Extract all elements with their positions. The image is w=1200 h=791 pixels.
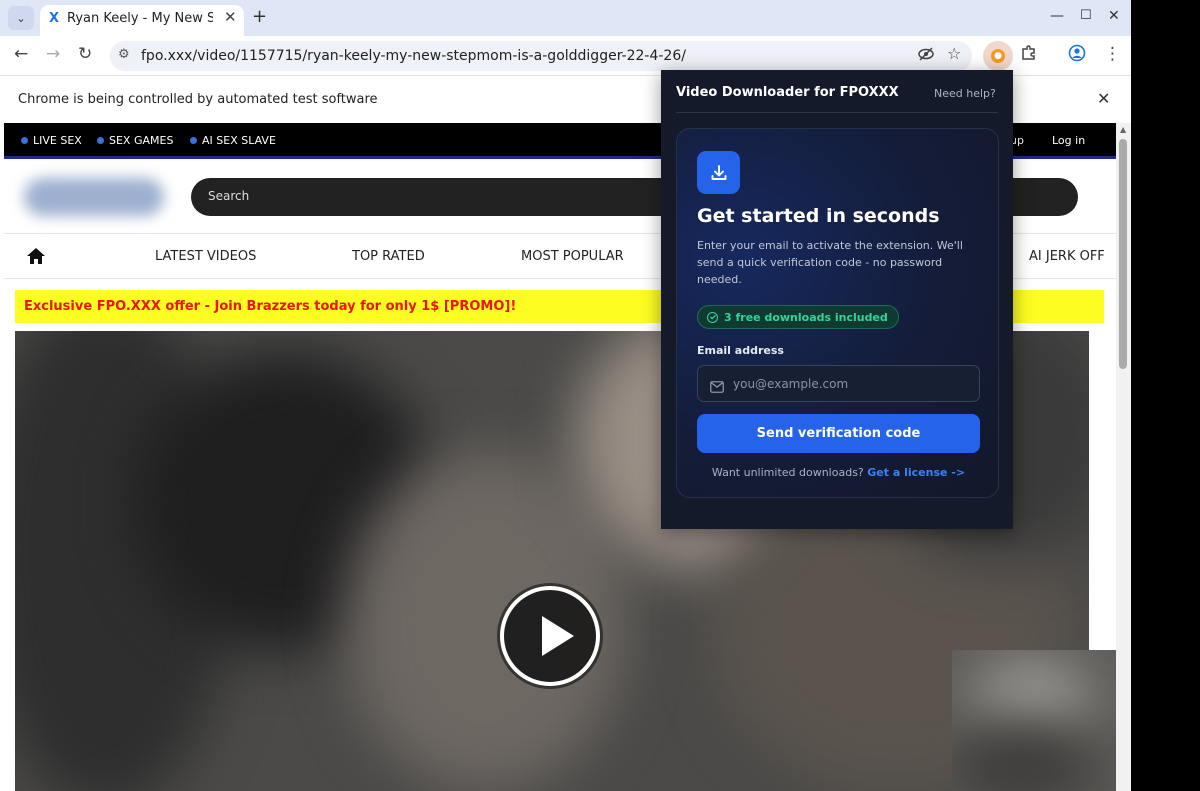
scroll-up-icon[interactable]: ▲ <box>1120 125 1126 134</box>
tab-strip: ⌄ X Ryan Keely - My New Stepmom ✕ + — ☐ … <box>0 0 1131 36</box>
nav-latest-videos[interactable]: LATEST VIDEOS <box>155 249 256 264</box>
home-icon[interactable] <box>26 246 46 270</box>
popup-title: Video Downloader for FPOXXX <box>676 85 899 100</box>
popup-divider <box>676 112 998 113</box>
extensions-puzzle-icon[interactable] <box>1020 44 1038 67</box>
promo-text: Exclusive FPO.XXX offer - Join Brazzers … <box>24 299 517 314</box>
maximize-icon[interactable]: ☐ <box>1080 8 1092 23</box>
topbar-link-ai-sex-slave[interactable]: AI SEX SLAVE <box>190 134 276 147</box>
chevron-down-icon: ⌄ <box>16 11 26 25</box>
nav-ai-jerk-off[interactable]: AI JERK OFF <box>1029 249 1105 264</box>
license-line: Want unlimited downloads? Get a license … <box>677 466 1000 479</box>
reload-icon[interactable]: ↻ <box>78 44 92 64</box>
extension-active-button[interactable]: ● <box>983 41 1013 71</box>
email-input[interactable] <box>733 366 973 401</box>
page-scrollbar[interactable]: ▲ <box>1116 123 1131 791</box>
thumbnail-blur-region <box>952 720 1102 791</box>
need-help-link[interactable]: Need help? <box>934 87 996 100</box>
scrollbar-thumb[interactable] <box>1119 139 1127 369</box>
bullet-icon <box>21 137 28 144</box>
nav-top-rated[interactable]: TOP RATED <box>352 249 425 264</box>
bullet-icon <box>190 137 197 144</box>
topbar-link-sex-games[interactable]: SEX GAMES <box>97 134 173 147</box>
back-icon[interactable]: ← <box>14 44 28 64</box>
infobar-close-icon[interactable]: ✕ <box>1097 89 1110 108</box>
mail-icon <box>710 378 724 397</box>
tracking-eye-icon[interactable] <box>918 46 934 66</box>
email-field[interactable] <box>697 365 980 402</box>
minimize-icon[interactable]: — <box>1050 8 1064 24</box>
new-tab-icon[interactable]: + <box>252 6 267 27</box>
check-circle-icon <box>707 311 718 323</box>
window-close-icon[interactable]: ✕ <box>1108 8 1120 24</box>
send-verification-code-button[interactable]: Send verification code <box>697 414 980 453</box>
tab-close-icon[interactable]: ✕ <box>224 8 237 26</box>
free-downloads-badge: 3 free downloads included <box>697 305 899 329</box>
infobar-text: Chrome is being controlled by automated … <box>18 92 378 107</box>
site-info-icon[interactable]: ⚙ <box>118 47 130 62</box>
tab-title: Ryan Keely - My New Stepmom <box>67 11 213 26</box>
site-logo[interactable] <box>24 178 164 216</box>
download-icon <box>697 151 740 194</box>
profile-icon[interactable] <box>1068 44 1086 67</box>
nav-most-popular[interactable]: MOST POPULAR <box>521 249 624 264</box>
signup-card: Get started in seconds Enter your email … <box>676 128 999 498</box>
card-description: Enter your email to activate the extensi… <box>697 239 963 286</box>
tab-active[interactable]: X Ryan Keely - My New Stepmom ✕ <box>40 5 244 36</box>
topbar-login-link[interactable]: Log in <box>1052 134 1085 147</box>
extension-popup: Video Downloader for FPOXXX Need help? G… <box>661 70 1013 529</box>
site-favicon-icon: X <box>49 11 60 26</box>
play-button[interactable] <box>500 586 600 686</box>
card-heading: Get started in seconds <box>697 205 940 227</box>
badge-text: 3 free downloads included <box>724 310 888 324</box>
menu-kebab-icon[interactable]: ⋮ <box>1104 44 1121 64</box>
bookmark-star-icon[interactable]: ☆ <box>947 44 961 63</box>
extension-logo-icon: ● <box>991 49 1005 63</box>
topbar-link-live-sex[interactable]: LIVE SEX <box>21 134 82 147</box>
email-label: Email address <box>697 344 784 357</box>
desktop-background <box>1131 0 1200 791</box>
bullet-icon <box>97 137 104 144</box>
tab-search-button[interactable]: ⌄ <box>8 6 34 30</box>
url-text: fpo.xxx/video/1157715/ryan-keely-my-new-… <box>141 48 686 64</box>
forward-icon[interactable]: → <box>46 44 60 64</box>
play-icon <box>542 616 574 656</box>
video-thumbnail[interactable] <box>952 650 1116 791</box>
get-license-link[interactable]: Get a license -> <box>867 466 965 479</box>
license-prompt: Want unlimited downloads? <box>711 466 864 479</box>
search-placeholder: Search <box>208 189 250 203</box>
address-bar[interactable]: ⚙ fpo.xxx/video/1157715/ryan-keely-my-ne… <box>110 41 972 71</box>
browser-window: ⌄ X Ryan Keely - My New Stepmom ✕ + — ☐ … <box>0 0 1131 791</box>
